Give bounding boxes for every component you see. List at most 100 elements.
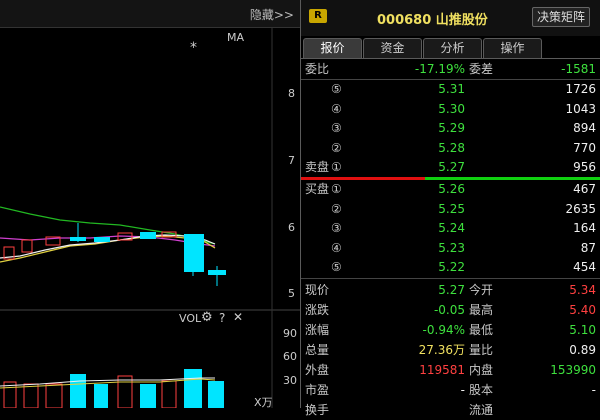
stat-value: 5.40: [569, 303, 596, 317]
bid-volume: 87: [580, 240, 596, 255]
ask-level: ②: [331, 140, 342, 155]
volume-bar: [140, 384, 156, 408]
quote-header: R 000680 山推股份 决策矩阵: [301, 0, 600, 36]
gear-icon[interactable]: ⚙: [201, 310, 213, 325]
stat-value: -: [460, 383, 465, 397]
ask-volume: 894: [573, 121, 596, 135]
r-badge: R: [309, 9, 327, 23]
decision-matrix-button[interactable]: 决策矩阵: [531, 7, 590, 27]
stat-label: 总量: [305, 343, 330, 357]
bid-volume: 164: [573, 221, 596, 235]
ask-level: ①: [331, 160, 342, 174]
stock-title: 000680 山推股份: [377, 13, 488, 28]
stat-label: 现价: [305, 283, 330, 297]
vol-label: VOL: [179, 312, 202, 325]
bid-volume: 467: [573, 182, 596, 196]
ask-volume: 956: [573, 160, 596, 174]
bid-row[interactable]: ② 5.25 2635: [301, 200, 600, 219]
stat-row: 外盘 119581 内盘 153990: [301, 361, 600, 380]
ask-price: 5.30: [438, 101, 465, 116]
tab-quote[interactable]: 报价: [303, 38, 362, 58]
ask-side-label: 卖盘: [305, 160, 330, 174]
ask-price: 5.29: [438, 121, 465, 135]
stat-row: 换手 流通: [301, 401, 600, 420]
volume-bars: [0, 369, 224, 408]
ask-volume: 770: [573, 140, 596, 155]
stat-label: 内盘: [469, 363, 494, 377]
candle: [21, 239, 33, 253]
stat-label: 量比: [469, 343, 494, 357]
stat-row: 总量 27.36万 量比 0.89: [301, 341, 600, 360]
stat-value: 27.36万: [418, 343, 465, 357]
tab-analysis[interactable]: 分析: [423, 38, 482, 58]
volume-bar: [117, 375, 133, 408]
help-icon[interactable]: ?: [219, 311, 225, 325]
ask-level: ⑤: [331, 82, 342, 96]
ask-level: ③: [331, 121, 342, 135]
candle: [208, 270, 226, 275]
stat-label: 今开: [469, 283, 494, 297]
stat-value: -0.94%: [422, 323, 465, 337]
bid-price: 5.22: [438, 260, 465, 274]
stat-row: 市盈 - 股本 -: [301, 381, 600, 400]
ask-price: 5.27: [438, 160, 465, 174]
candle: [70, 237, 86, 241]
quote-panel: R 000680 山推股份 决策矩阵 报价 资金 分析 操作 委比 -17.19…: [301, 0, 600, 417]
stat-row: 涨幅 -0.94% 最低 5.10: [301, 321, 600, 340]
candle: [184, 234, 204, 272]
stat-value: 5.34: [569, 283, 596, 297]
close-icon[interactable]: ✕: [233, 310, 243, 324]
volume-bar: [23, 383, 39, 408]
bid-row[interactable]: ④ 5.23 87: [301, 239, 600, 258]
tab-operation[interactable]: 操作: [483, 38, 542, 58]
bid-row[interactable]: ⑤ 5.22 454: [301, 258, 600, 277]
bid-row[interactable]: ③ 5.24 164: [301, 219, 600, 238]
vol-tick: 60: [283, 350, 297, 363]
stat-value: -: [591, 383, 596, 397]
stat-label: 涨跌: [305, 303, 330, 317]
stat-label: 流通: [469, 403, 494, 417]
bid-level: ④: [331, 240, 342, 255]
kline-panel[interactable]: 隐藏>> MA * 8 7 6 5 VOL ⚙ ? ✕ 90 60 30 X万: [0, 0, 300, 409]
stat-label: 股本: [469, 383, 494, 397]
vol-tick: 30: [283, 374, 297, 387]
stat-label: 外盘: [305, 363, 330, 377]
kline-chart[interactable]: [0, 0, 300, 408]
volume-bar: [208, 381, 224, 408]
divider: [301, 278, 600, 279]
stat-row: 现价 5.27 今开 5.34: [301, 281, 600, 300]
ask-row[interactable]: ⑤ 5.31 1726: [301, 80, 600, 99]
bid-volume: 2635: [565, 201, 596, 216]
bid-side-label: 买盘: [305, 182, 330, 196]
diff-label: 委差: [469, 62, 494, 76]
ratio-label: 委比: [305, 62, 330, 76]
ask-row[interactable]: ④ 5.30 1043: [301, 100, 600, 119]
diff-value: -1581: [561, 62, 596, 76]
stat-row: 涨跌 -0.05 最高 5.40: [301, 301, 600, 320]
stat-value: 5.27: [438, 283, 465, 297]
stat-value: -0.05: [433, 303, 465, 317]
bid-price: 5.24: [438, 221, 465, 235]
stat-label: 换手: [305, 403, 330, 417]
tab-funds[interactable]: 资金: [363, 38, 422, 58]
stat-label: 最高: [469, 303, 494, 317]
ask-row[interactable]: ② 5.28 770: [301, 139, 600, 158]
stat-value: 5.10: [569, 323, 596, 337]
ask-volume: 1726: [565, 82, 596, 96]
bid-price: 5.25: [438, 201, 465, 216]
stat-label: 涨幅: [305, 323, 330, 337]
ask-price: 5.31: [438, 82, 465, 96]
tab-underline: [301, 58, 600, 59]
stat-value: 153990: [550, 363, 596, 377]
volume-bar: [45, 383, 63, 408]
volume-bar: [184, 369, 202, 408]
bid-row[interactable]: 买盘 ① 5.26 467: [301, 180, 600, 199]
volume-bar: [94, 384, 108, 408]
bid-level: ①: [331, 182, 342, 196]
bid-level: ③: [331, 221, 342, 235]
bid-level: ⑤: [331, 260, 342, 274]
ask-row[interactable]: 卖盘 ① 5.27 956: [301, 158, 600, 177]
volume-bar: [70, 374, 86, 408]
ask-price: 5.28: [438, 140, 465, 155]
ask-row[interactable]: ③ 5.29 894: [301, 119, 600, 138]
